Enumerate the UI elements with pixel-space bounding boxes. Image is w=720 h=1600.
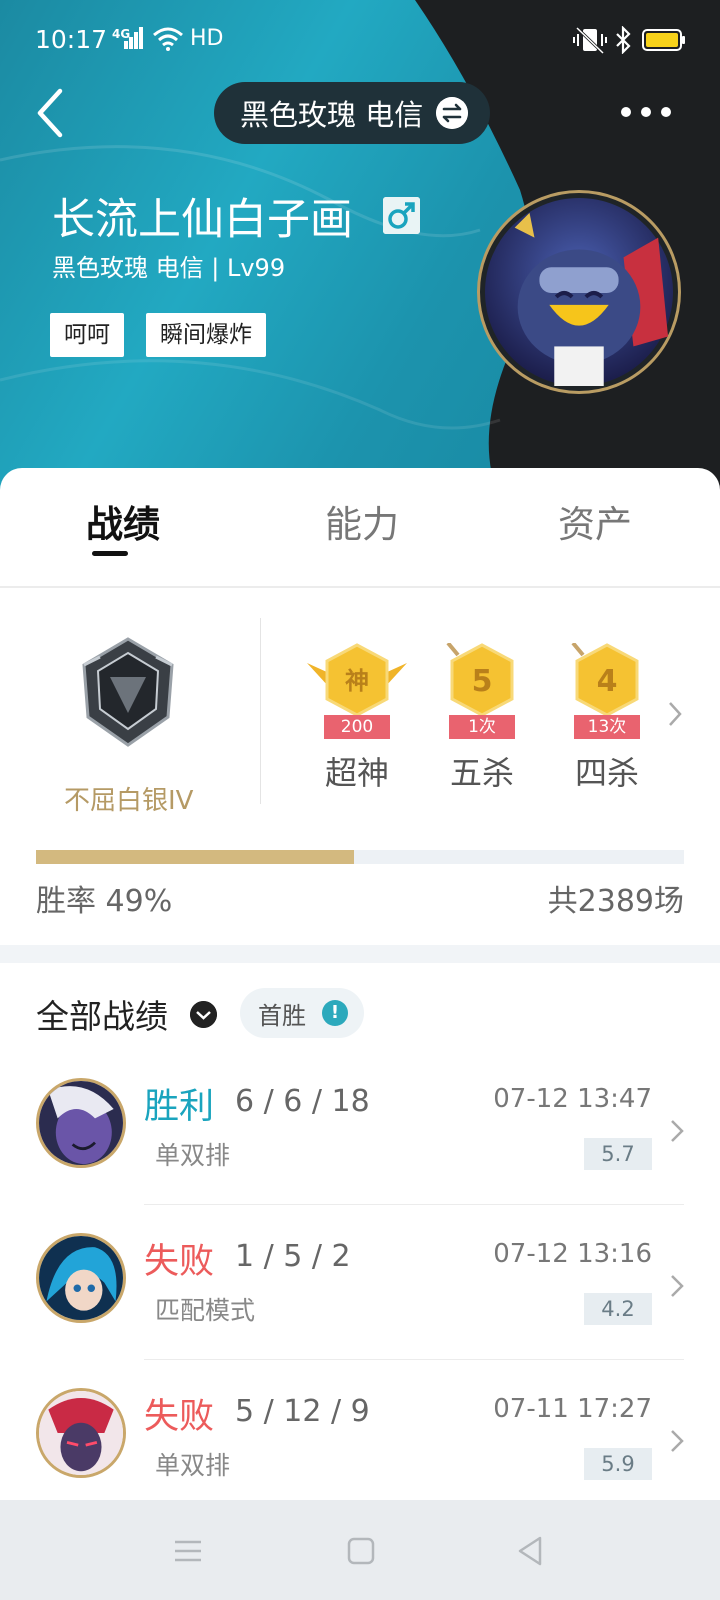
match-result: 失败 xyxy=(144,1242,215,1282)
match-kda: 5 / 12 / 9 xyxy=(235,1394,370,1429)
more-options-button[interactable] xyxy=(618,100,674,124)
hero-portrait xyxy=(39,1081,123,1165)
status-time: 10:17 xyxy=(35,25,108,54)
hero-avatar xyxy=(36,1078,126,1168)
battery-icon xyxy=(642,29,685,51)
divider xyxy=(144,1204,684,1205)
server-name: 黑色玫瑰 电信 xyxy=(240,98,424,132)
godlike-badge-icon: 神 xyxy=(307,643,407,717)
match-mode: 匹配模式 xyxy=(155,1296,256,1325)
match-filter-dropdown[interactable]: 全部战绩 xyxy=(36,990,168,1038)
male-icon xyxy=(383,197,420,234)
hd-indicator: HD xyxy=(190,26,224,51)
match-kda: 6 / 6 / 18 xyxy=(235,1084,370,1119)
match-result: 失败 xyxy=(144,1397,215,1437)
match-score-badge: 5.9 xyxy=(584,1448,652,1480)
chevron-right-icon xyxy=(671,1275,684,1297)
match-score-badge: 5.7 xyxy=(584,1138,652,1170)
tab-assets[interactable]: 资产 xyxy=(558,494,632,548)
match-time: 07-12 13:47 xyxy=(493,1084,652,1114)
hero-avatar xyxy=(36,1388,126,1478)
rank-name: 不屈白银IV xyxy=(64,786,194,816)
chevron-right-icon[interactable] xyxy=(668,700,682,728)
match-row[interactable]: 胜利 6 / 6 / 18 07-12 13:47 单双排 5.7 xyxy=(0,1078,720,1236)
back-button[interactable] xyxy=(30,85,74,141)
chevron-right-icon xyxy=(671,1120,684,1142)
player-server-level: 黑色玫瑰 电信 | Lv99 xyxy=(52,254,286,282)
status-bar: 10:17 4G HD xyxy=(0,0,720,80)
player-name: 长流上仙白子画 xyxy=(52,195,353,245)
signal-icon xyxy=(124,27,143,49)
honor-label: 超神 xyxy=(324,754,389,792)
player-tag: 瞬间爆炸 xyxy=(146,313,266,357)
hero-avatar xyxy=(36,1233,126,1323)
win-rate-label: 胜率 49% xyxy=(36,884,173,919)
honor-count: 13次 xyxy=(574,715,640,739)
wifi-icon xyxy=(153,27,183,51)
rank-emblem-icon[interactable] xyxy=(80,637,176,747)
profile-header: 10:17 4G HD 黑色玫瑰 电信 长流上仙白子画 黑色玫瑰 电信 | Lv… xyxy=(0,0,720,500)
active-tab-indicator xyxy=(92,551,128,556)
honor-badge-text: 5 xyxy=(472,664,493,699)
section-divider xyxy=(0,945,720,963)
match-time: 07-12 13:16 xyxy=(493,1239,652,1269)
player-tag: 呵呵 xyxy=(50,313,124,357)
match-row[interactable]: 失败 1 / 5 / 2 07-12 13:16 匹配模式 4.2 xyxy=(0,1233,720,1391)
chevron-down-icon[interactable] xyxy=(190,1001,217,1028)
honor-label: 四杀 xyxy=(574,754,639,792)
first-win-chip[interactable]: 首胜 ! xyxy=(240,988,364,1038)
divider xyxy=(260,618,261,804)
win-rate-bar xyxy=(36,850,684,864)
bluetooth-icon xyxy=(616,26,631,54)
system-nav-bar xyxy=(0,1500,720,1600)
match-mode: 单双排 xyxy=(155,1451,231,1480)
honor-label: 五杀 xyxy=(449,754,514,792)
match-result: 胜利 xyxy=(144,1087,215,1127)
chevron-right-icon xyxy=(671,1430,684,1452)
hero-portrait xyxy=(39,1236,123,1320)
quadra-kill-badge-icon: 4 xyxy=(571,643,639,717)
server-switch-button[interactable]: 黑色玫瑰 电信 xyxy=(214,82,490,144)
win-rate-fill xyxy=(36,850,354,864)
honor-quadra-kill[interactable]: 4 13次 四杀 xyxy=(552,643,662,792)
match-time: 07-11 17:27 xyxy=(493,1394,652,1424)
total-games: 共2389场 xyxy=(547,884,684,919)
hero-portrait xyxy=(39,1391,123,1475)
menu-icon[interactable] xyxy=(171,1534,205,1568)
match-mode: 单双排 xyxy=(155,1141,231,1170)
divider xyxy=(144,1359,684,1360)
vibrate-mute-icon xyxy=(573,26,607,54)
honor-badge-text: 4 xyxy=(597,664,618,699)
tab-ability[interactable]: 能力 xyxy=(325,494,399,548)
match-score-badge: 4.2 xyxy=(584,1293,652,1325)
first-win-label: 首胜 xyxy=(258,1001,306,1030)
match-kda: 1 / 5 / 2 xyxy=(235,1239,351,1274)
swap-icon xyxy=(436,97,468,129)
honor-count: 200次 xyxy=(324,715,390,761)
penta-kill-badge-icon: 5 xyxy=(446,643,514,717)
honor-badge-text: 神 xyxy=(345,667,369,695)
honor-penta-kill[interactable]: 5 1次 五杀 xyxy=(427,643,537,792)
divider xyxy=(0,586,720,588)
avatar-image xyxy=(485,198,673,386)
home-icon[interactable] xyxy=(344,1534,378,1568)
tab-record[interactable]: 战绩 xyxy=(86,494,160,548)
honor-godlike[interactable]: 神 200次 超神 xyxy=(302,643,412,792)
player-avatar[interactable] xyxy=(477,190,681,394)
honor-count: 1次 xyxy=(449,715,515,739)
info-icon[interactable]: ! xyxy=(322,1000,348,1026)
back-triangle-icon[interactable] xyxy=(514,1534,548,1568)
